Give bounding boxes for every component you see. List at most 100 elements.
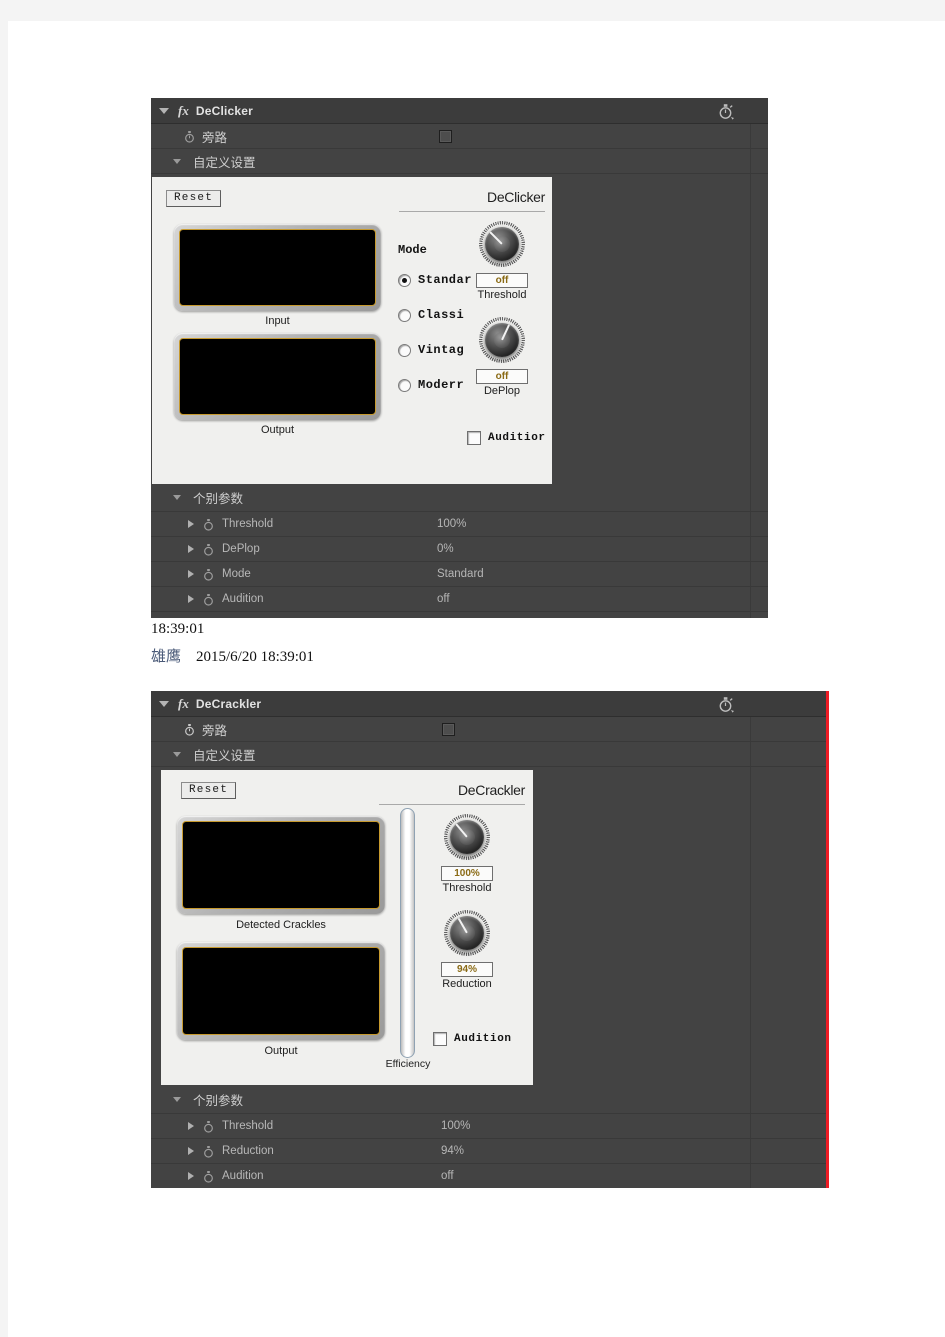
audition-checkbox-row[interactable]: Audition — [433, 1032, 512, 1046]
custom-setup-row-declicker[interactable]: 自定义设置 — [151, 149, 768, 174]
mode-radio-classic[interactable]: Classi — [398, 308, 464, 322]
param-name: DePlop — [222, 543, 260, 555]
stopwatch-icon[interactable] — [718, 102, 734, 120]
individual-params-label: 个别参数 — [193, 492, 244, 506]
disclosure-triangle-icon[interactable] — [173, 158, 181, 164]
reset-button[interactable]: Reset — [181, 782, 237, 799]
audition-checkbox[interactable] — [433, 1032, 447, 1046]
scope-detected-label: Detected Crackles — [236, 919, 326, 931]
reset-button[interactable]: Reset — [166, 190, 222, 207]
disclosure-triangle-icon[interactable] — [159, 700, 169, 707]
effect-title-bar-decrackler[interactable]: fx DeCrackler — [151, 691, 829, 717]
scope-output-label: Output — [260, 424, 295, 436]
knob-body-icon — [450, 916, 484, 950]
bypass-row-declicker[interactable]: 旁路 — [151, 124, 768, 149]
param-row-threshold[interactable]: Threshold 100% — [151, 512, 768, 537]
param-row-deplop[interactable]: DePlop 0% — [151, 537, 768, 562]
disclosure-triangle-icon[interactable] — [173, 495, 181, 500]
stopwatch-icon[interactable] — [203, 593, 214, 606]
param-row-audition[interactable]: Audition off — [151, 1164, 829, 1188]
stopwatch-icon[interactable] — [203, 543, 214, 556]
mode-radio-standard[interactable]: Standar — [398, 273, 472, 287]
param-value[interactable]: off — [441, 1170, 454, 1182]
scope-output — [174, 333, 381, 420]
scope-output-screen — [179, 338, 376, 415]
stopwatch-icon[interactable] — [184, 130, 195, 143]
disclosure-triangle-icon[interactable] — [188, 520, 194, 528]
param-value[interactable]: 94% — [441, 1145, 464, 1157]
deplop-knob[interactable] — [479, 317, 525, 363]
disclosure-triangle-icon[interactable] — [188, 1147, 194, 1155]
param-row-threshold[interactable]: Threshold 100% — [151, 1114, 829, 1139]
scope-detected-crackles — [177, 816, 385, 914]
chat-message-header: 雄鹰 2015/6/20 18:39:01 — [151, 645, 314, 666]
reduction-caption: Reduction — [442, 978, 492, 990]
reduction-readout[interactable]: 94% — [441, 962, 493, 977]
disclosure-triangle-icon[interactable] — [173, 751, 181, 757]
radio-dot-icon[interactable] — [398, 343, 411, 357]
param-value[interactable]: 0% — [437, 543, 454, 555]
bypass-checkbox[interactable] — [442, 722, 455, 736]
param-name: Audition — [222, 593, 264, 605]
disclosure-triangle-icon[interactable] — [159, 107, 169, 114]
threshold-knob[interactable] — [444, 814, 490, 860]
stopwatch-icon[interactable] — [184, 723, 195, 736]
page-left-margin — [0, 21, 8, 1337]
individual-params-row-decrackler[interactable]: 个别参数 — [151, 1086, 829, 1114]
effect-title: DeCrackler — [195, 696, 262, 711]
radio-dot-icon[interactable] — [398, 273, 411, 287]
param-row-audition[interactable]: Audition off — [151, 587, 768, 612]
deplop-readout[interactable]: off — [476, 369, 528, 384]
individual-params-row-declicker[interactable]: 个别参数 — [151, 484, 768, 512]
disclosure-triangle-icon[interactable] — [188, 1122, 194, 1130]
radio-dot-icon[interactable] — [398, 308, 411, 322]
radio-dot-icon[interactable] — [398, 378, 411, 392]
chat-timestamp: 2015/6/20 18:39:01 — [196, 649, 314, 665]
brand-rule — [399, 211, 545, 212]
stopwatch-icon[interactable] — [203, 1145, 214, 1158]
disclosure-triangle-icon[interactable] — [188, 595, 194, 603]
disclosure-triangle-icon[interactable] — [188, 570, 194, 578]
param-value[interactable]: off — [437, 593, 450, 605]
mode-radio-label: Classi — [418, 308, 465, 322]
threshold-caption: Threshold — [442, 882, 492, 894]
bypass-checkbox[interactable] — [439, 129, 452, 143]
disclosure-triangle-icon[interactable] — [188, 545, 194, 553]
stopwatch-icon[interactable] — [718, 695, 734, 713]
efficiency-slider[interactable] — [400, 808, 415, 1058]
stopwatch-icon[interactable] — [203, 518, 214, 531]
disclosure-triangle-icon[interactable] — [173, 1097, 181, 1102]
param-value[interactable]: 100% — [441, 1120, 470, 1132]
mode-radio-modern[interactable]: Moderr — [398, 378, 464, 392]
fx-icon: fx — [178, 102, 189, 118]
threshold-readout[interactable]: 100% — [441, 866, 493, 881]
efficiency-caption: Efficiency — [385, 1058, 431, 1070]
param-value[interactable]: 100% — [437, 518, 466, 530]
disclosure-triangle-icon[interactable] — [188, 1172, 194, 1180]
threshold-readout[interactable]: off — [476, 273, 528, 288]
effect-panel-declicker: fx DeClicker 旁路 自定义设置 Reset DeClicker In… — [151, 98, 768, 618]
reduction-knob-group: 94% Reduction — [441, 910, 493, 990]
effect-title-bar-declicker[interactable]: fx DeClicker — [151, 98, 768, 124]
bypass-row-decrackler[interactable]: 旁路 — [151, 717, 829, 742]
param-value[interactable]: Standard — [437, 568, 484, 580]
mode-radio-vintage[interactable]: Vintag — [398, 343, 464, 357]
param-row-mode[interactable]: Mode Standard — [151, 562, 768, 587]
deplop-caption: DePlop — [483, 385, 521, 397]
stopwatch-icon[interactable] — [203, 1170, 214, 1183]
param-row-reduction[interactable]: Reduction 94% — [151, 1139, 829, 1164]
custom-setup-label: 自定义设置 — [193, 155, 256, 170]
scope-input — [174, 224, 381, 311]
threshold-knob-group: off Threshold — [476, 221, 528, 301]
reduction-knob[interactable] — [444, 910, 490, 956]
stopwatch-icon[interactable] — [203, 1120, 214, 1133]
audition-checkbox-row[interactable]: Auditior — [467, 431, 546, 445]
threshold-caption: Threshold — [477, 289, 527, 301]
scope-output-screen — [182, 947, 380, 1035]
threshold-knob[interactable] — [479, 221, 525, 267]
scope-output-label: Output — [264, 1045, 298, 1057]
mode-radio-label: Vintag — [418, 343, 465, 357]
audition-checkbox[interactable] — [467, 431, 481, 445]
stopwatch-icon[interactable] — [203, 568, 214, 581]
custom-setup-row-decrackler[interactable]: 自定义设置 — [151, 742, 829, 767]
